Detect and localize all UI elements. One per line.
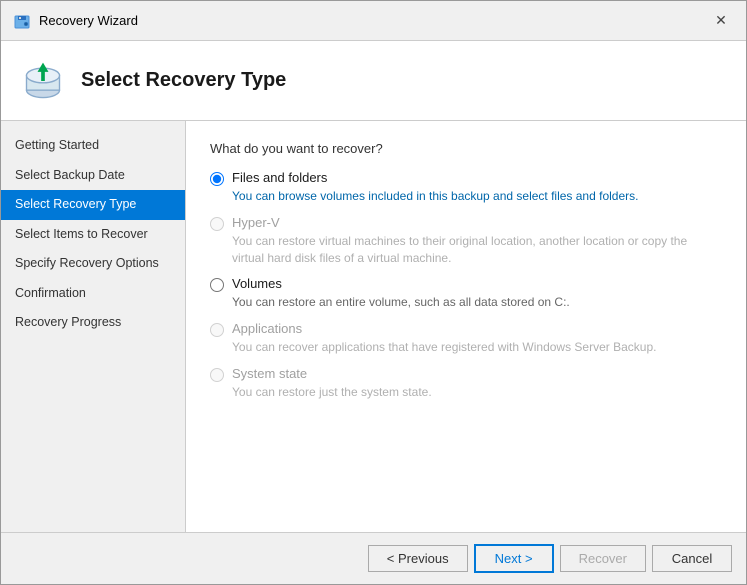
sidebar-item-confirmation[interactable]: Confirmation	[1, 279, 185, 309]
label-files-folders[interactable]: Files and folders	[232, 170, 327, 185]
sidebar-item-select-items-to-recover[interactable]: Select Items to Recover	[1, 220, 185, 250]
sidebar-item-recovery-progress[interactable]: Recovery Progress	[1, 308, 185, 338]
sidebar-item-getting-started[interactable]: Getting Started	[1, 131, 185, 161]
page-title: Select Recovery Type	[81, 69, 286, 92]
label-system-state: System state	[232, 366, 307, 381]
radio-applications	[210, 323, 224, 337]
sidebar: Getting Started Select Backup Date Selec…	[1, 121, 186, 532]
desc-applications: You can recover applications that have r…	[232, 339, 722, 356]
radio-hyper-v	[210, 217, 224, 231]
option-row-applications: Applications	[210, 321, 722, 337]
title-bar-text: Recovery Wizard	[39, 13, 708, 28]
title-bar: Recovery Wizard ✕	[1, 1, 746, 41]
question-label: What do you want to recover?	[210, 141, 722, 156]
sidebar-item-specify-recovery-options[interactable]: Specify Recovery Options	[1, 249, 185, 279]
app-icon	[13, 12, 31, 30]
radio-system-state	[210, 368, 224, 382]
footer: < Previous Next > Recover Cancel	[1, 532, 746, 584]
option-row-system-state: System state	[210, 366, 722, 382]
option-row-hyper-v: Hyper-V	[210, 215, 722, 231]
desc-files-folders: You can browse volumes included in this …	[232, 188, 722, 205]
option-hyper-v: Hyper-V You can restore virtual machines…	[210, 215, 722, 267]
label-volumes[interactable]: Volumes	[232, 276, 282, 291]
header-icon	[21, 59, 65, 103]
desc-system-state: You can restore just the system state.	[232, 384, 722, 401]
desc-hyper-v: You can restore virtual machines to thei…	[232, 233, 722, 267]
recovery-wizard-dialog: Recovery Wizard ✕ Select Recovery Type G…	[0, 0, 747, 585]
option-row-volumes: Volumes	[210, 276, 722, 292]
sidebar-item-select-backup-date[interactable]: Select Backup Date	[1, 161, 185, 191]
option-applications: Applications You can recover application…	[210, 321, 722, 356]
header-area: Select Recovery Type	[1, 41, 746, 121]
sidebar-item-select-recovery-type[interactable]: Select Recovery Type	[1, 190, 185, 220]
option-row-files-folders: Files and folders	[210, 170, 722, 186]
cancel-button[interactable]: Cancel	[652, 545, 732, 572]
label-hyper-v: Hyper-V	[232, 215, 280, 230]
label-applications: Applications	[232, 321, 302, 336]
option-files-folders: Files and folders You can browse volumes…	[210, 170, 722, 205]
close-button[interactable]: ✕	[708, 8, 734, 34]
main-content: Getting Started Select Backup Date Selec…	[1, 121, 746, 532]
option-system-state: System state You can restore just the sy…	[210, 366, 722, 401]
desc-volumes: You can restore an entire volume, such a…	[232, 294, 722, 311]
option-volumes: Volumes You can restore an entire volume…	[210, 276, 722, 311]
radio-volumes[interactable]	[210, 278, 224, 292]
recover-button: Recover	[560, 545, 646, 572]
content-panel: What do you want to recover? Files and f…	[186, 121, 746, 532]
previous-button[interactable]: < Previous	[368, 545, 468, 572]
next-button[interactable]: Next >	[474, 544, 554, 573]
radio-files-folders[interactable]	[210, 172, 224, 186]
